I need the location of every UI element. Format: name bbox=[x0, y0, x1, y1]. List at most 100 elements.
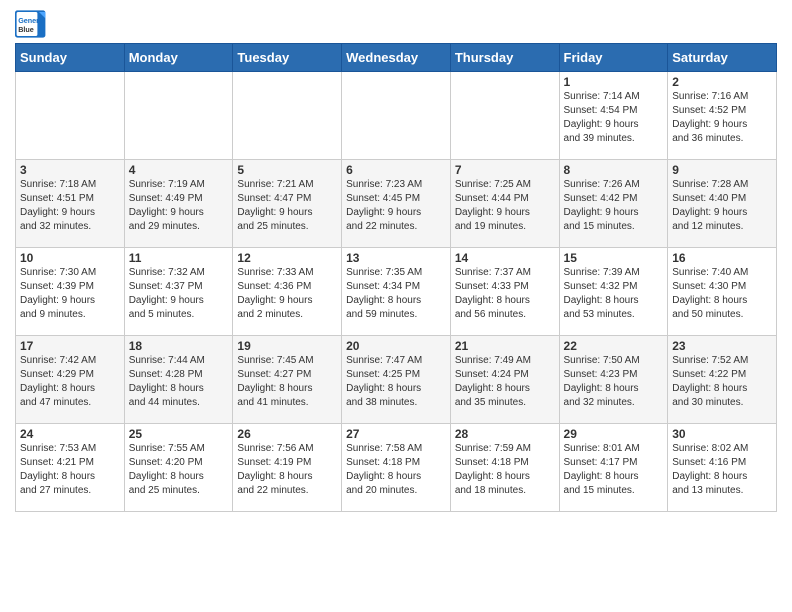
weekday-header-wednesday: Wednesday bbox=[342, 44, 451, 72]
day-cell: 22Sunrise: 7:50 AM Sunset: 4:23 PM Dayli… bbox=[559, 336, 668, 424]
day-cell: 3Sunrise: 7:18 AM Sunset: 4:51 PM Daylig… bbox=[16, 160, 125, 248]
day-cell: 21Sunrise: 7:49 AM Sunset: 4:24 PM Dayli… bbox=[450, 336, 559, 424]
day-number: 20 bbox=[346, 339, 446, 353]
day-cell: 29Sunrise: 8:01 AM Sunset: 4:17 PM Dayli… bbox=[559, 424, 668, 512]
day-info: Sunrise: 7:25 AM Sunset: 4:44 PM Dayligh… bbox=[455, 178, 555, 234]
day-number: 9 bbox=[672, 163, 772, 177]
day-cell: 15Sunrise: 7:39 AM Sunset: 4:32 PM Dayli… bbox=[559, 248, 668, 336]
day-cell: 28Sunrise: 7:59 AM Sunset: 4:18 PM Dayli… bbox=[450, 424, 559, 512]
day-info: Sunrise: 7:16 AM Sunset: 4:52 PM Dayligh… bbox=[672, 90, 772, 146]
day-info: Sunrise: 7:14 AM Sunset: 4:54 PM Dayligh… bbox=[564, 90, 664, 146]
day-info: Sunrise: 8:01 AM Sunset: 4:17 PM Dayligh… bbox=[564, 442, 664, 498]
week-row-2: 3Sunrise: 7:18 AM Sunset: 4:51 PM Daylig… bbox=[16, 160, 777, 248]
day-number: 30 bbox=[672, 427, 772, 441]
week-row-1: 1Sunrise: 7:14 AM Sunset: 4:54 PM Daylig… bbox=[16, 72, 777, 160]
day-cell bbox=[233, 72, 342, 160]
day-number: 21 bbox=[455, 339, 555, 353]
logo-icon: General Blue bbox=[15, 10, 47, 38]
day-cell: 5Sunrise: 7:21 AM Sunset: 4:47 PM Daylig… bbox=[233, 160, 342, 248]
day-info: Sunrise: 7:45 AM Sunset: 4:27 PM Dayligh… bbox=[237, 354, 337, 410]
day-cell: 6Sunrise: 7:23 AM Sunset: 4:45 PM Daylig… bbox=[342, 160, 451, 248]
weekday-header-monday: Monday bbox=[124, 44, 233, 72]
day-cell: 19Sunrise: 7:45 AM Sunset: 4:27 PM Dayli… bbox=[233, 336, 342, 424]
day-info: Sunrise: 7:19 AM Sunset: 4:49 PM Dayligh… bbox=[129, 178, 229, 234]
day-number: 5 bbox=[237, 163, 337, 177]
day-info: Sunrise: 7:58 AM Sunset: 4:18 PM Dayligh… bbox=[346, 442, 446, 498]
day-info: Sunrise: 7:47 AM Sunset: 4:25 PM Dayligh… bbox=[346, 354, 446, 410]
weekday-header-friday: Friday bbox=[559, 44, 668, 72]
day-cell: 1Sunrise: 7:14 AM Sunset: 4:54 PM Daylig… bbox=[559, 72, 668, 160]
day-info: Sunrise: 7:37 AM Sunset: 4:33 PM Dayligh… bbox=[455, 266, 555, 322]
svg-text:General: General bbox=[18, 16, 45, 25]
day-cell bbox=[16, 72, 125, 160]
day-number: 22 bbox=[564, 339, 664, 353]
day-cell: 25Sunrise: 7:55 AM Sunset: 4:20 PM Dayli… bbox=[124, 424, 233, 512]
weekday-header-saturday: Saturday bbox=[668, 44, 777, 72]
day-number: 18 bbox=[129, 339, 229, 353]
day-number: 3 bbox=[20, 163, 120, 177]
day-info: Sunrise: 7:44 AM Sunset: 4:28 PM Dayligh… bbox=[129, 354, 229, 410]
day-number: 25 bbox=[129, 427, 229, 441]
day-number: 10 bbox=[20, 251, 120, 265]
day-number: 16 bbox=[672, 251, 772, 265]
day-info: Sunrise: 7:35 AM Sunset: 4:34 PM Dayligh… bbox=[346, 266, 446, 322]
calendar: SundayMondayTuesdayWednesdayThursdayFrid… bbox=[15, 43, 777, 512]
day-cell: 11Sunrise: 7:32 AM Sunset: 4:37 PM Dayli… bbox=[124, 248, 233, 336]
day-cell: 27Sunrise: 7:58 AM Sunset: 4:18 PM Dayli… bbox=[342, 424, 451, 512]
day-info: Sunrise: 7:40 AM Sunset: 4:30 PM Dayligh… bbox=[672, 266, 772, 322]
day-number: 4 bbox=[129, 163, 229, 177]
day-cell: 24Sunrise: 7:53 AM Sunset: 4:21 PM Dayli… bbox=[16, 424, 125, 512]
day-number: 19 bbox=[237, 339, 337, 353]
day-cell: 10Sunrise: 7:30 AM Sunset: 4:39 PM Dayli… bbox=[16, 248, 125, 336]
day-info: Sunrise: 7:49 AM Sunset: 4:24 PM Dayligh… bbox=[455, 354, 555, 410]
day-cell: 13Sunrise: 7:35 AM Sunset: 4:34 PM Dayli… bbox=[342, 248, 451, 336]
day-cell: 30Sunrise: 8:02 AM Sunset: 4:16 PM Dayli… bbox=[668, 424, 777, 512]
day-info: Sunrise: 7:52 AM Sunset: 4:22 PM Dayligh… bbox=[672, 354, 772, 410]
day-cell: 8Sunrise: 7:26 AM Sunset: 4:42 PM Daylig… bbox=[559, 160, 668, 248]
day-cell: 16Sunrise: 7:40 AM Sunset: 4:30 PM Dayli… bbox=[668, 248, 777, 336]
day-cell bbox=[124, 72, 233, 160]
week-row-4: 17Sunrise: 7:42 AM Sunset: 4:29 PM Dayli… bbox=[16, 336, 777, 424]
svg-text:Blue: Blue bbox=[18, 25, 34, 34]
day-number: 23 bbox=[672, 339, 772, 353]
day-cell: 26Sunrise: 7:56 AM Sunset: 4:19 PM Dayli… bbox=[233, 424, 342, 512]
day-cell: 7Sunrise: 7:25 AM Sunset: 4:44 PM Daylig… bbox=[450, 160, 559, 248]
day-number: 8 bbox=[564, 163, 664, 177]
day-number: 17 bbox=[20, 339, 120, 353]
day-number: 28 bbox=[455, 427, 555, 441]
day-number: 1 bbox=[564, 75, 664, 89]
day-info: Sunrise: 7:42 AM Sunset: 4:29 PM Dayligh… bbox=[20, 354, 120, 410]
day-cell bbox=[450, 72, 559, 160]
day-number: 15 bbox=[564, 251, 664, 265]
day-info: Sunrise: 7:21 AM Sunset: 4:47 PM Dayligh… bbox=[237, 178, 337, 234]
day-info: Sunrise: 7:53 AM Sunset: 4:21 PM Dayligh… bbox=[20, 442, 120, 498]
day-cell bbox=[342, 72, 451, 160]
week-row-3: 10Sunrise: 7:30 AM Sunset: 4:39 PM Dayli… bbox=[16, 248, 777, 336]
day-cell: 2Sunrise: 7:16 AM Sunset: 4:52 PM Daylig… bbox=[668, 72, 777, 160]
day-cell: 4Sunrise: 7:19 AM Sunset: 4:49 PM Daylig… bbox=[124, 160, 233, 248]
day-cell: 20Sunrise: 7:47 AM Sunset: 4:25 PM Dayli… bbox=[342, 336, 451, 424]
weekday-header-row: SundayMondayTuesdayWednesdayThursdayFrid… bbox=[16, 44, 777, 72]
day-cell: 9Sunrise: 7:28 AM Sunset: 4:40 PM Daylig… bbox=[668, 160, 777, 248]
day-info: Sunrise: 7:39 AM Sunset: 4:32 PM Dayligh… bbox=[564, 266, 664, 322]
day-cell: 23Sunrise: 7:52 AM Sunset: 4:22 PM Dayli… bbox=[668, 336, 777, 424]
day-cell: 12Sunrise: 7:33 AM Sunset: 4:36 PM Dayli… bbox=[233, 248, 342, 336]
day-info: Sunrise: 7:26 AM Sunset: 4:42 PM Dayligh… bbox=[564, 178, 664, 234]
logo: General Blue bbox=[15, 10, 47, 38]
day-number: 14 bbox=[455, 251, 555, 265]
day-cell: 18Sunrise: 7:44 AM Sunset: 4:28 PM Dayli… bbox=[124, 336, 233, 424]
day-info: Sunrise: 7:32 AM Sunset: 4:37 PM Dayligh… bbox=[129, 266, 229, 322]
day-info: Sunrise: 7:28 AM Sunset: 4:40 PM Dayligh… bbox=[672, 178, 772, 234]
day-number: 2 bbox=[672, 75, 772, 89]
day-number: 6 bbox=[346, 163, 446, 177]
day-number: 29 bbox=[564, 427, 664, 441]
day-cell: 17Sunrise: 7:42 AM Sunset: 4:29 PM Dayli… bbox=[16, 336, 125, 424]
header: General Blue bbox=[15, 10, 777, 38]
day-info: Sunrise: 7:59 AM Sunset: 4:18 PM Dayligh… bbox=[455, 442, 555, 498]
day-number: 13 bbox=[346, 251, 446, 265]
day-number: 24 bbox=[20, 427, 120, 441]
day-info: Sunrise: 7:50 AM Sunset: 4:23 PM Dayligh… bbox=[564, 354, 664, 410]
page: General Blue SundayMondayTuesdayWednesda… bbox=[0, 0, 792, 522]
day-info: Sunrise: 8:02 AM Sunset: 4:16 PM Dayligh… bbox=[672, 442, 772, 498]
day-info: Sunrise: 7:23 AM Sunset: 4:45 PM Dayligh… bbox=[346, 178, 446, 234]
